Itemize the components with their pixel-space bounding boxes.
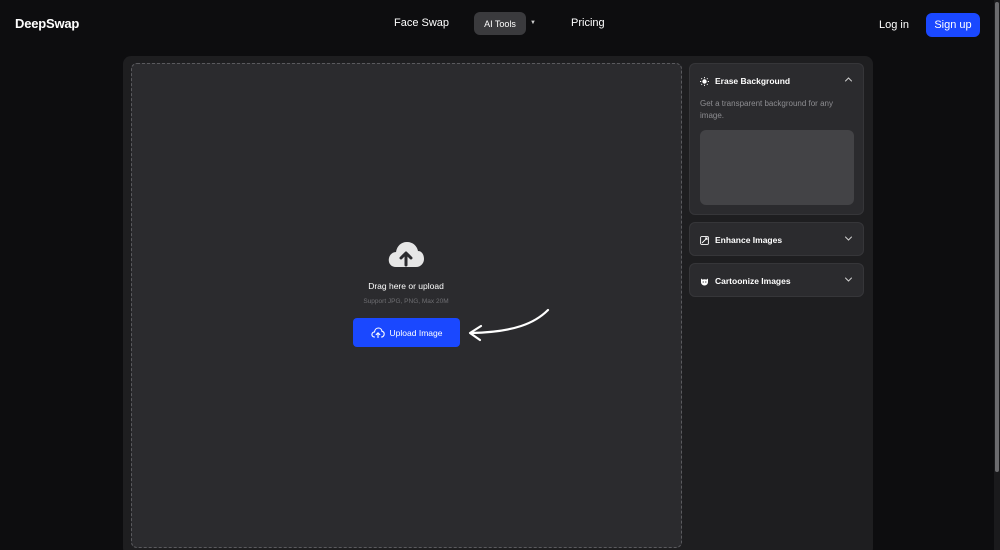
chevron-down-icon[interactable]: ▼ <box>530 20 536 26</box>
tool-card-erase-background[interactable]: Erase Background Get a transparent backg… <box>689 63 864 215</box>
chevron-down-icon[interactable] <box>844 275 853 284</box>
drag-instruction: Drag here or upload <box>368 281 444 291</box>
scrollbar-thumb[interactable] <box>995 2 999 472</box>
upload-dropzone[interactable] <box>131 63 682 548</box>
nav-face-swap[interactable]: Face Swap <box>394 17 449 29</box>
cartoon-face-icon <box>701 278 708 285</box>
hand-drawn-arrow-icon <box>468 308 550 342</box>
tool-preview-image <box>700 130 854 205</box>
cloud-upload-icon <box>370 327 385 338</box>
cloud-upload-icon <box>388 242 424 267</box>
logo[interactable]: DeepSwap <box>15 16 79 31</box>
tool-card-enhance-images[interactable]: Enhance Images <box>689 222 864 256</box>
nav-pricing[interactable]: Pricing <box>571 17 605 29</box>
signup-button[interactable]: Sign up <box>926 13 980 37</box>
supported-formats: Support JPG, PNG, Max 20M <box>363 298 449 305</box>
tool-card-cartoonize-images[interactable]: Cartoonize Images <box>689 263 864 297</box>
tool-card-title: Erase Background <box>715 76 791 86</box>
upload-button-label: Upload Image <box>389 327 443 338</box>
login-button[interactable]: Log in <box>879 19 909 31</box>
tool-card-title: Enhance Images <box>715 235 783 245</box>
tool-card-title: Cartoonize Images <box>715 276 791 286</box>
enhance-icon <box>700 235 709 245</box>
nav-ai-tools[interactable]: AI Tools <box>474 12 526 35</box>
sparkle-icon <box>700 76 709 86</box>
top-navigation-bar: DeepSwap Face Swap AI Tools ▼ Pricing Lo… <box>0 0 1000 50</box>
chevron-up-icon[interactable] <box>844 75 853 84</box>
upload-image-button[interactable]: Upload Image <box>353 318 460 347</box>
tool-card-description: Get a transparent background for any ima… <box>700 99 833 120</box>
chevron-down-icon[interactable] <box>844 234 853 243</box>
